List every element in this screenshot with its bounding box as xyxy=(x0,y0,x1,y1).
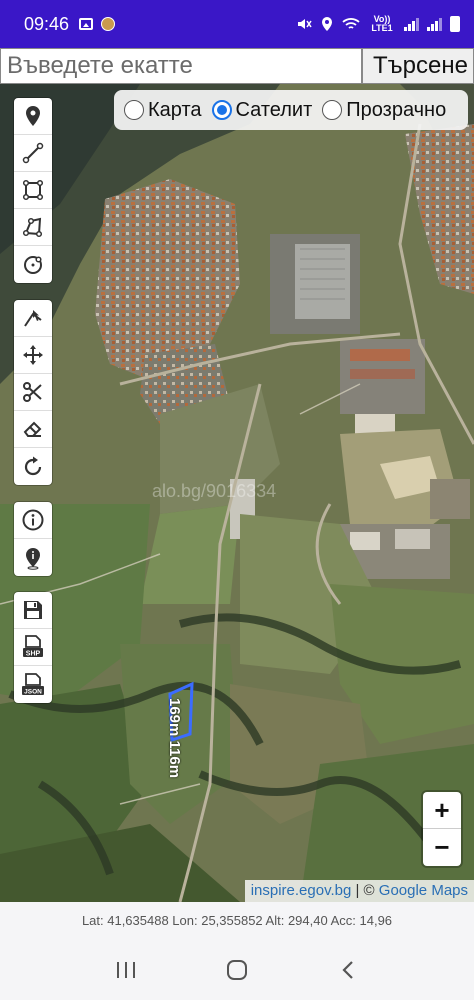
marker-icon xyxy=(26,106,40,126)
home-button[interactable] xyxy=(217,950,257,990)
zoom-control: + − xyxy=(423,792,461,866)
draw-polygon-button[interactable] xyxy=(14,209,52,246)
back-button[interactable] xyxy=(328,950,368,990)
location-icon xyxy=(322,17,332,31)
signal-icon-2 xyxy=(427,17,442,31)
search-input[interactable] xyxy=(0,48,362,84)
home-icon xyxy=(226,960,247,980)
inspire-link[interactable]: inspire.egov.bg xyxy=(251,882,352,899)
json-export-icon: JSON xyxy=(22,672,44,695)
attribution-separator: | © xyxy=(351,882,379,899)
cut-icon xyxy=(23,382,42,402)
edit-toolbar xyxy=(14,300,52,485)
mute-icon xyxy=(298,19,312,29)
move-button[interactable] xyxy=(14,337,52,374)
save-icon xyxy=(24,601,42,619)
signal-icon xyxy=(404,17,419,31)
radio-button-map[interactable] xyxy=(124,100,144,120)
circle-icon xyxy=(24,255,42,274)
status-time: 09:46 xyxy=(24,13,70,34)
location-info-button[interactable] xyxy=(14,539,52,576)
export-shp-button[interactable]: SHP xyxy=(14,629,52,666)
shp-label: SHP xyxy=(26,650,41,657)
map-attribution: inspire.egov.bg | © Google Maps xyxy=(244,880,474,902)
map-mode-option-satellite[interactable]: Сателит xyxy=(211,98,313,122)
network-label: Vo)) LTE1 xyxy=(371,14,393,33)
cut-button[interactable] xyxy=(14,374,52,411)
map-view[interactable]: alo.bg/9016334 169m 116m Карта Сателит П… xyxy=(0,84,474,902)
draw-marker-button[interactable] xyxy=(14,98,52,135)
map-mode-label-map: Карта xyxy=(148,98,202,121)
draw-toolbar xyxy=(14,98,52,283)
export-json-button[interactable]: JSON xyxy=(14,666,52,703)
info-icon xyxy=(22,509,44,531)
snap-button[interactable] xyxy=(14,300,52,337)
export-toolbar: SHP JSON xyxy=(14,592,52,703)
polygon-icon xyxy=(22,217,43,238)
search-button[interactable]: Търсене xyxy=(362,48,474,84)
back-icon xyxy=(342,961,354,979)
rotate-icon xyxy=(24,456,42,475)
draw-circle-button[interactable] xyxy=(14,246,52,283)
map-mode-label-transparent: Прозрачно xyxy=(346,98,447,121)
location-info-icon xyxy=(26,547,40,570)
search-row: Търсене xyxy=(0,48,474,84)
radio-button-transparent[interactable] xyxy=(322,100,343,120)
android-nav-bar xyxy=(0,940,474,1000)
image-icon xyxy=(79,18,94,30)
rotate-button[interactable] xyxy=(14,448,52,485)
line-icon xyxy=(22,142,44,164)
move-icon xyxy=(23,345,43,365)
json-label: JSON xyxy=(24,688,42,695)
info-button[interactable] xyxy=(14,502,52,539)
google-maps-link[interactable]: Google Maps xyxy=(379,882,468,899)
map-mode-label-satellite: Сателит xyxy=(235,98,313,121)
info-toolbar xyxy=(14,502,52,576)
save-button[interactable] xyxy=(14,592,52,629)
map-mode-option-transparent[interactable]: Прозрачно xyxy=(322,99,446,122)
snap-icon xyxy=(24,310,42,327)
parcel-dimensions-label: 169m 116m xyxy=(166,698,183,779)
eraser-icon xyxy=(23,421,42,437)
gps-coordinates: Lat: 41,635488 Lon: 25,355852 Alt: 294,4… xyxy=(0,902,474,940)
recent-apps-button[interactable] xyxy=(106,950,146,990)
shp-export-icon: SHP xyxy=(23,635,43,657)
wifi-icon xyxy=(342,18,360,29)
status-bar: 09:46 Vo)) LTE1 xyxy=(0,0,474,48)
recent-apps-icon xyxy=(116,962,135,978)
battery-icon xyxy=(450,16,460,32)
draw-line-button[interactable] xyxy=(14,135,52,172)
draw-rectangle-button[interactable] xyxy=(14,172,52,209)
rectangle-icon xyxy=(22,179,44,201)
radio-button-satellite[interactable] xyxy=(211,100,232,120)
zoom-in-button[interactable]: + xyxy=(423,792,461,829)
map-mode-selector: Карта Сателит Прозрачно xyxy=(114,90,468,130)
erase-button[interactable] xyxy=(14,411,52,448)
avatar-icon xyxy=(101,17,116,31)
map-mode-option-map[interactable]: Карта xyxy=(124,99,202,122)
watermark: alo.bg/9016334 xyxy=(152,481,277,501)
zoom-out-button[interactable]: − xyxy=(423,829,461,866)
